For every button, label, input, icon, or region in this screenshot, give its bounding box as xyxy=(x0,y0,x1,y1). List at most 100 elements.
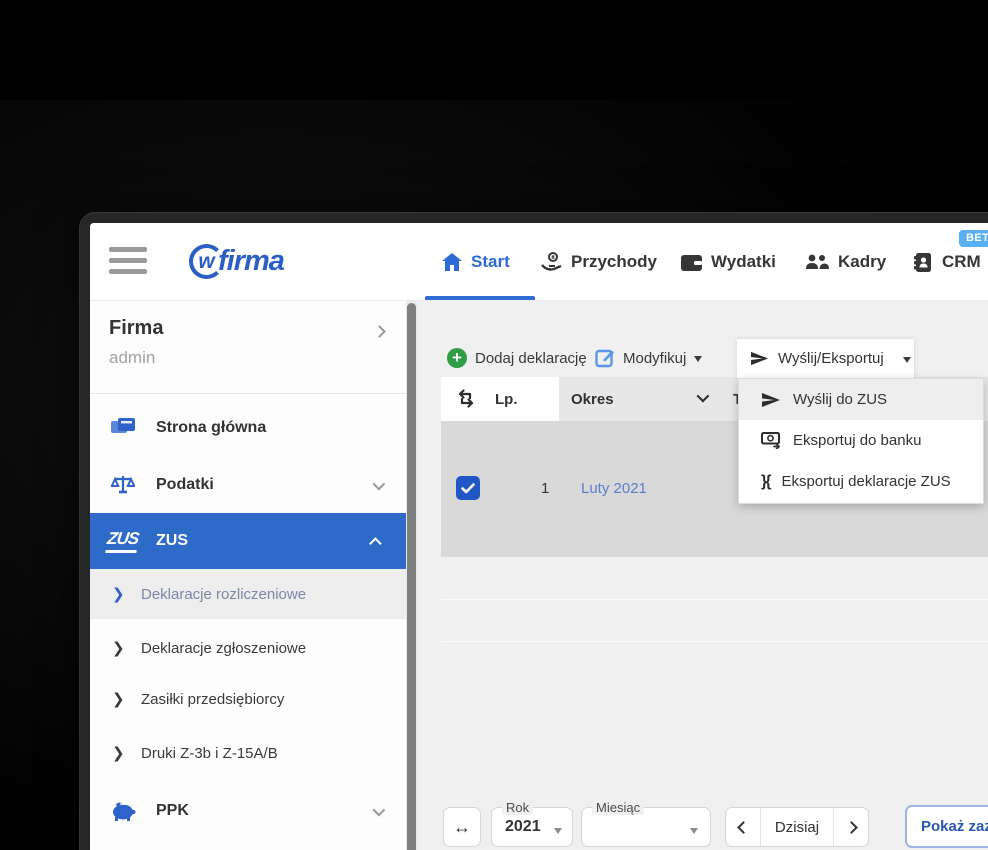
sidebar-item-strona-glowna[interactable]: Strona główna xyxy=(90,402,406,454)
year-select-value: 2021 xyxy=(505,818,541,835)
main-content: + Dodaj deklarację Modyfikuj Wyślij/Eksp… xyxy=(417,301,988,850)
menu-item-label: Eksportuj do banku xyxy=(793,432,922,449)
tab-label: Wydatki xyxy=(711,252,776,271)
page-background: w firma Start Przychody Wydatki Kadry CR… xyxy=(0,0,988,850)
cell-okres-link[interactable]: Luty 2021 xyxy=(581,480,647,497)
send-export-button[interactable]: Wyślij/Eksportuj xyxy=(737,339,914,378)
sidebar-divider xyxy=(90,393,406,394)
tab-start[interactable]: Start xyxy=(442,249,510,275)
tab-crm[interactable]: CRM xyxy=(914,249,981,275)
add-declaration-button[interactable]: + Dodaj deklarację xyxy=(447,339,587,377)
caret-down-icon xyxy=(690,828,698,838)
row-separator xyxy=(441,641,988,642)
sort-chevron-icon[interactable] xyxy=(696,389,710,403)
left-right-arrow-icon: ↔ xyxy=(453,816,471,837)
reorder-swap-icon[interactable] xyxy=(455,389,477,408)
banknote-export-icon xyxy=(761,432,781,449)
sidebar-item-label: ZUS xyxy=(156,532,188,549)
tab-label: Przychody xyxy=(571,252,657,271)
dashboard-icon xyxy=(111,418,137,438)
next-period-button[interactable] xyxy=(834,808,868,846)
subitem-label: Deklaracje rozliczeniowe xyxy=(141,585,307,603)
sidebar: Firma admin Strona główna Podatki ZUS ZU… xyxy=(90,301,406,850)
menu-item-eksportuj-do-banku[interactable]: Eksportuj do banku xyxy=(739,420,983,461)
year-select-label: Rok xyxy=(502,800,534,815)
paper-plane-icon xyxy=(761,391,781,409)
users-icon xyxy=(805,253,829,271)
subitem-label: Zasiłki przedsiębiorcy xyxy=(141,690,285,708)
active-tab-underline xyxy=(425,296,535,300)
balance-scale-icon xyxy=(111,475,137,496)
app-window-frame: w firma Start Przychody Wydatki Kadry CR… xyxy=(79,212,988,850)
send-export-dropdown-menu: Wyślij do ZUS Eksportuj do banku}{Eksp… xyxy=(738,378,984,504)
tab-wydatki[interactable]: Wydatki xyxy=(681,249,776,275)
year-select[interactable]: Rok 2021 xyxy=(491,800,573,847)
expand-range-button[interactable]: ↔ xyxy=(443,807,481,847)
company-switcher[interactable]: Firma admin xyxy=(90,301,406,393)
sidebar-subitem-zasilki-przedsiebiorcy[interactable]: ❯ Zasiłki przedsiębiorcy xyxy=(90,674,406,724)
menu-item-wyslij-do-zus[interactable]: Wyślij do ZUS xyxy=(739,379,983,420)
cell-lp: 1 xyxy=(541,479,550,497)
chevron-left-icon xyxy=(736,820,750,834)
beta-badge: BETA xyxy=(959,230,988,247)
chevron-down-icon xyxy=(372,803,386,816)
header-lp[interactable]: Lp. xyxy=(495,391,518,408)
plus-circle-icon: + xyxy=(447,348,467,368)
menu-item-label: Eksportuj deklaracje ZUS xyxy=(781,473,951,490)
sidebar-item-podatki[interactable]: Podatki xyxy=(90,459,406,511)
date-nav-group: Dzisiaj xyxy=(725,807,869,847)
tab-kadry[interactable]: Kadry xyxy=(805,249,886,275)
month-select-label: Miesiąc xyxy=(592,800,645,815)
tab-przychody[interactable]: Przychody xyxy=(541,249,657,275)
tab-label: CRM xyxy=(942,252,981,271)
menu-item-label: Wyślij do ZUS xyxy=(793,391,888,408)
wfirma-logo[interactable]: w firma xyxy=(189,244,285,279)
logo-text: firma xyxy=(218,245,285,277)
hand-coin-icon xyxy=(541,252,562,272)
sidebar-item-label: PPK xyxy=(156,802,189,819)
sidebar-subitem-deklaracje-rozliczeniowe[interactable]: ❯ Deklaracje rozliczeniowe xyxy=(90,569,406,619)
button-label: Pokaż zaznaczone xyxy=(921,818,988,835)
edit-pencil-icon xyxy=(595,348,615,368)
chevron-right-icon xyxy=(373,325,386,338)
tab-label: Start xyxy=(471,252,510,271)
scrollbar-thumb[interactable] xyxy=(407,303,416,850)
hamburger-menu-icon[interactable] xyxy=(109,247,149,277)
company-name: Firma xyxy=(109,317,164,339)
subitem-label: Deklaracje zgłoszeniowe xyxy=(141,639,307,657)
today-button[interactable]: Dzisiaj xyxy=(761,808,833,846)
paper-plane-icon xyxy=(750,350,769,367)
sidebar-subitem-druki[interactable]: ❯ Druki Z-3b i Z-15A/B xyxy=(90,728,406,778)
row-checkbox-checked[interactable] xyxy=(456,476,480,500)
month-select[interactable]: Miesiąc xyxy=(581,800,711,847)
button-label: Modyfikuj xyxy=(623,349,687,367)
sidebar-scrollbar[interactable] xyxy=(406,301,417,850)
caret-down-icon xyxy=(554,828,562,838)
sidebar-item-zus[interactable]: ZUS ZUS xyxy=(90,513,406,569)
arrow-right-icon: ❯ xyxy=(112,745,125,762)
prev-period-button[interactable] xyxy=(726,808,760,846)
wallet-icon xyxy=(681,253,702,271)
row-separator xyxy=(441,599,988,600)
company-user: admin xyxy=(109,348,156,367)
chevron-right-icon xyxy=(844,820,858,834)
button-label: Dodaj deklarację xyxy=(475,349,587,367)
sidebar-item-ppk[interactable]: PPK xyxy=(90,785,406,837)
sidebar-subitem-deklaracje-zgloszeniowe[interactable]: ❯ Deklaracje zgłoszeniowe xyxy=(90,623,406,673)
subitem-label: Druki Z-3b i Z-15A/B xyxy=(141,744,278,762)
menu-item-eksportuj-deklaracje-zus[interactable]: }{ Eksportuj deklaracje ZUS xyxy=(739,461,983,502)
arrow-right-icon: ❯ xyxy=(112,691,125,708)
home-icon xyxy=(442,253,462,271)
sidebar-item-label: Podatki xyxy=(156,476,214,493)
button-label: Wyślij/Eksportuj xyxy=(778,350,884,367)
zus-logo-icon: ZUS xyxy=(105,529,140,553)
arrow-right-icon: ❯ xyxy=(112,586,125,603)
modify-button[interactable]: Modyfikuj xyxy=(595,339,703,377)
header-okres[interactable]: Okres xyxy=(571,391,614,408)
caret-down-icon xyxy=(902,356,911,367)
topbar: w firma Start Przychody Wydatki Kadry CR… xyxy=(90,223,988,301)
arrow-right-icon: ❯ xyxy=(112,640,125,657)
show-selected-button[interactable]: Pokaż zaznaczone xyxy=(905,805,988,848)
chevron-up-icon xyxy=(369,536,382,550)
address-book-icon xyxy=(914,252,933,272)
